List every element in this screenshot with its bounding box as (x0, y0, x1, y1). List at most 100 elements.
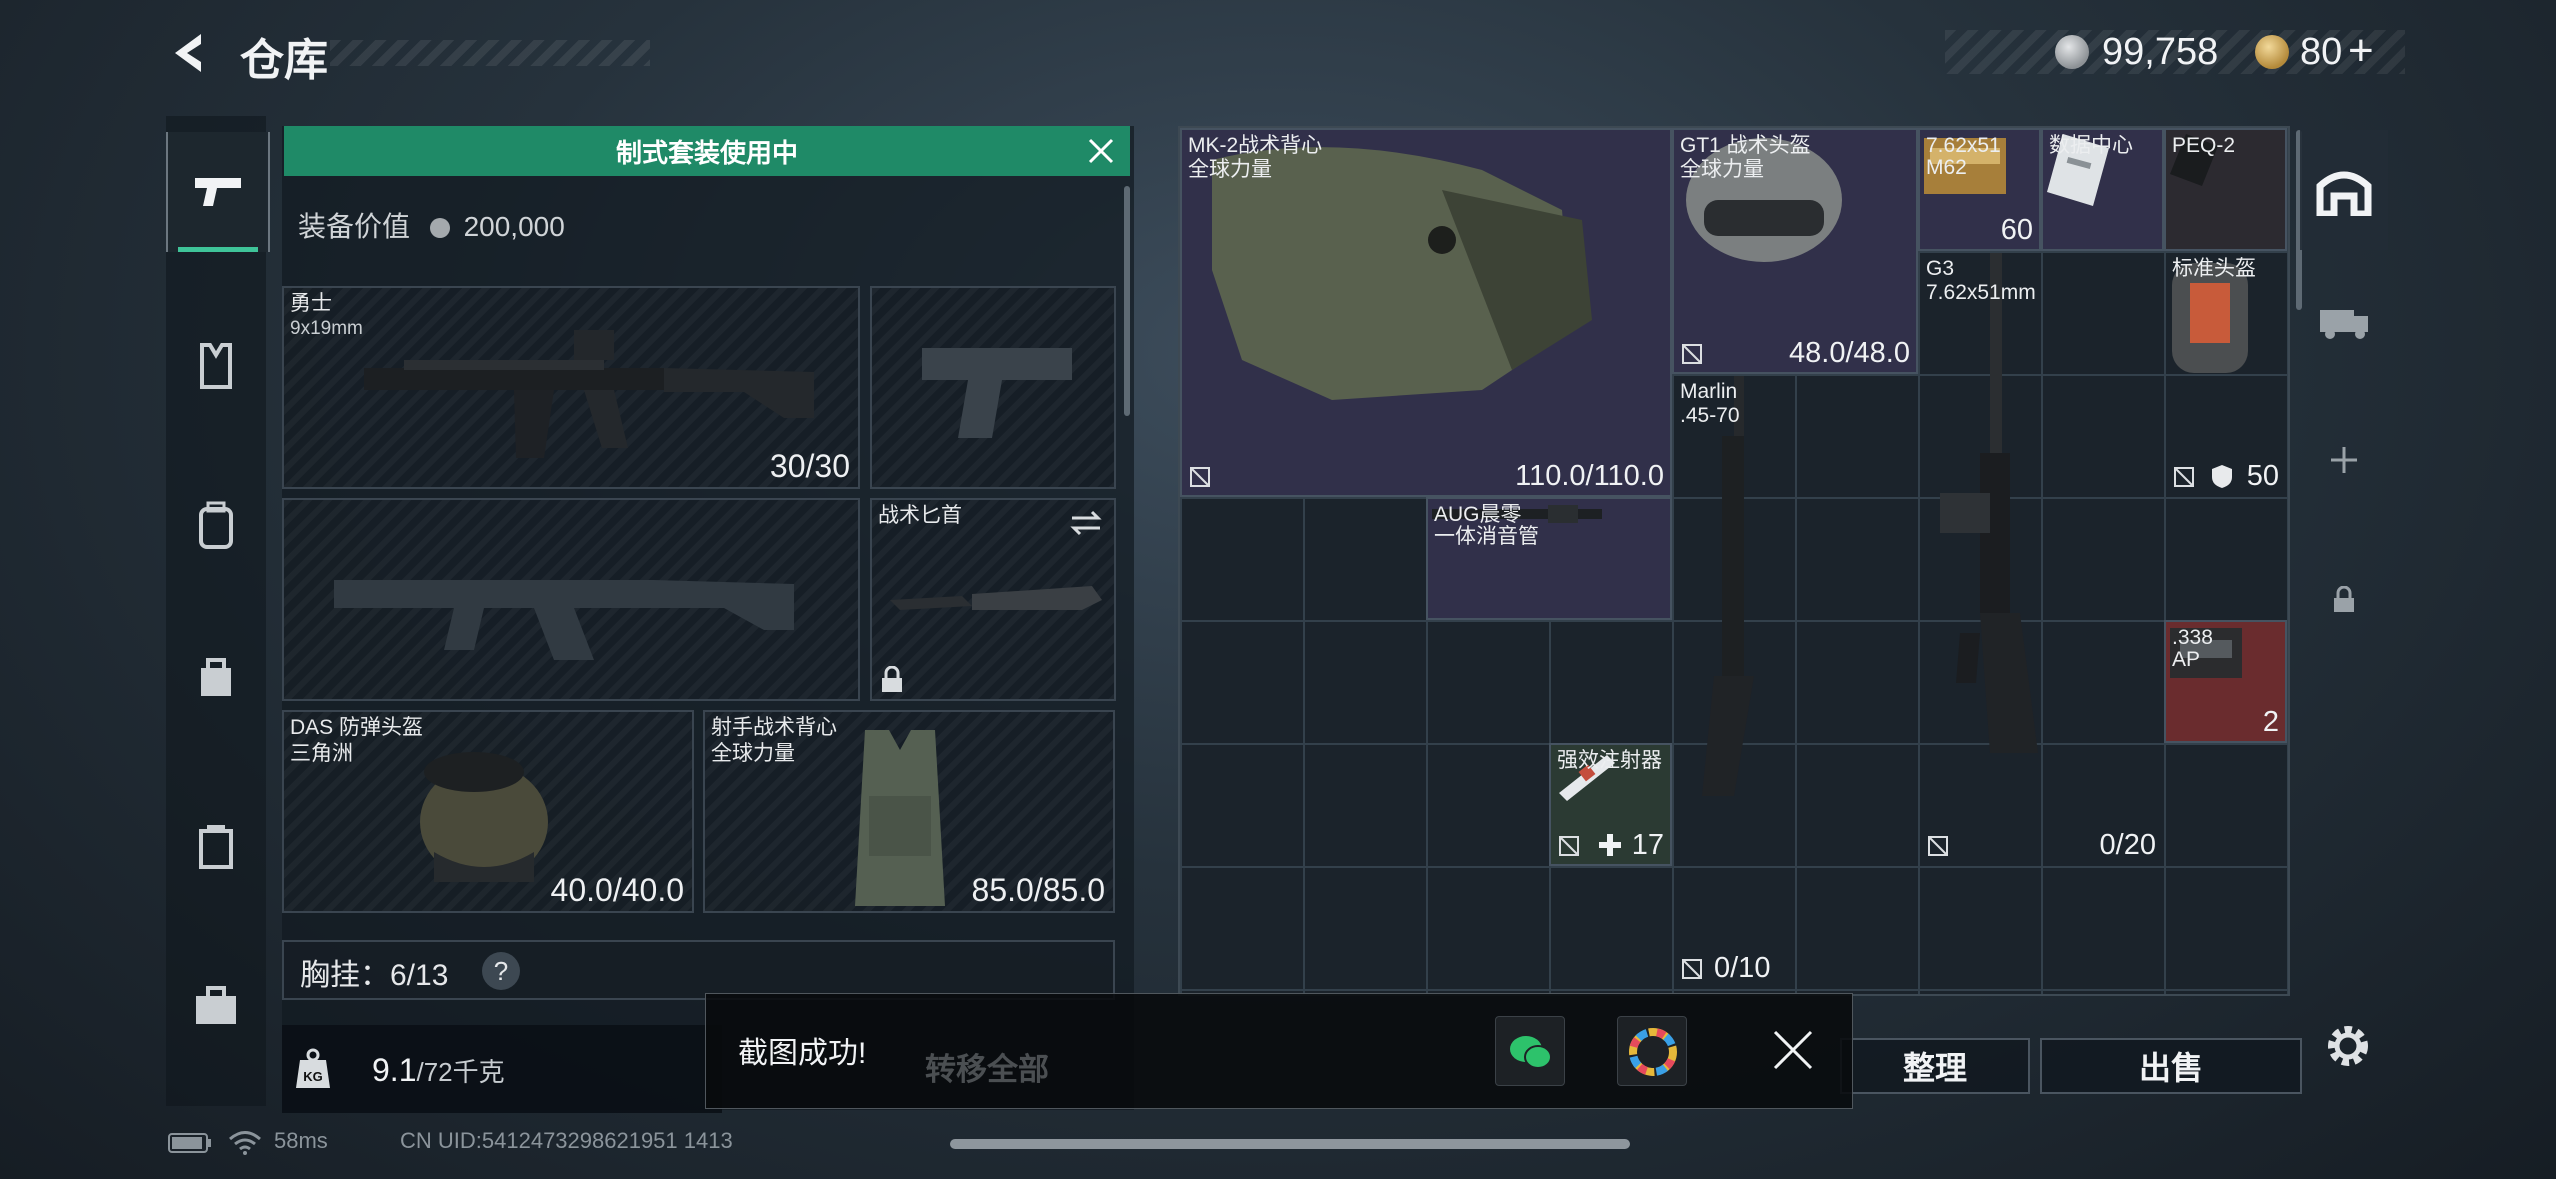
tab-armor[interactable] (166, 306, 266, 426)
plus-icon (2331, 447, 2357, 473)
item-ammo: 0/10 (1714, 952, 1771, 984)
transfer-all-button[interactable]: 转移全部 (925, 1044, 1049, 1089)
vest-slot[interactable]: 射手战术背心 全球力量 85.0/85.0 (703, 710, 1115, 913)
ticket-amount: 80 (2300, 31, 2343, 73)
item-count: 60 (2000, 214, 2033, 246)
pistol-slot-empty[interactable] (870, 286, 1116, 489)
briefcase-icon (196, 986, 236, 1024)
grid-item-ammo-338[interactable]: .338 AP 2 (2164, 620, 2287, 743)
grid-item-mk2-vest[interactable]: MK-2战术背心 全球力量 110.0/110.0 (1180, 128, 1672, 497)
helmet-durability: 40.0/40.0 (550, 872, 684, 908)
wechat-share-button[interactable] (1495, 1016, 1565, 1086)
no-insure-icon (1682, 959, 1702, 979)
battle-rifle-image (1940, 253, 2038, 753)
vest-durability: 85.0/85.0 (971, 872, 1105, 908)
grid-item-g3[interactable]: G3 7.62x51mm 0/20 (1918, 251, 2164, 866)
smg-image (364, 330, 814, 458)
no-insure-icon (1559, 836, 1579, 856)
item-name: AUG晨零 (1434, 503, 1522, 526)
bag-icon (201, 658, 231, 696)
back-arrow-icon[interactable] (165, 28, 215, 78)
truck-icon (2320, 310, 2368, 339)
item-caliber: .45-70 (1680, 404, 1740, 427)
chest-rig-capacity: 胸挂：6/13 (300, 959, 449, 992)
item-name: 数据中心 (2049, 134, 2133, 157)
vest-faction: 全球力量 (711, 742, 795, 765)
tab-weapons[interactable] (166, 132, 270, 252)
close-icon[interactable] (1082, 132, 1120, 170)
grid-item-gt1-helmet[interactable]: GT1 战术头盔 全球力量 48.0/48.0 (1672, 128, 1918, 374)
helmet-slot[interactable]: DAS 防弹头盔 三角洲 40.0/40.0 (282, 710, 694, 913)
helmet-faction: 三角洲 (290, 742, 353, 765)
item-name: 标准头盔 (2172, 257, 2256, 280)
swap-icon[interactable] (1068, 508, 1104, 538)
item-name: 7.62x51 (1926, 134, 2001, 157)
tab-backpack[interactable] (166, 466, 266, 586)
equipment-value-label: 装备价值 (298, 211, 411, 242)
knife-name: 战术匕首 (878, 504, 962, 527)
tab-safe-box[interactable] (166, 786, 266, 906)
secondary-weapon-slot-empty[interactable] (282, 498, 860, 701)
item-name: GT1 战术头盔 (1680, 134, 1811, 157)
grid-item-peq2[interactable]: PEQ-2 (2164, 128, 2287, 251)
item-faction: 全球力量 (1188, 158, 1272, 181)
help-icon[interactable]: ? (482, 952, 520, 990)
item-durability: 110.0/110.0 (1515, 460, 1664, 492)
no-insure-icon (1928, 836, 1948, 856)
coin-amount: 99,758 (2102, 31, 2219, 73)
helmet-name: DAS 防弹头盔 (290, 716, 424, 739)
primary-weapon-slot[interactable]: 勇士 9x19mm 30/30 (282, 286, 860, 489)
item-name: 强效注射器 (1557, 749, 1662, 772)
knife-slot[interactable]: 战术匕首 (870, 498, 1116, 701)
no-insure-icon (1190, 467, 1210, 487)
add-warehouse-button[interactable] (2300, 400, 2388, 520)
add-ticket-button[interactable]: + (2348, 26, 2374, 76)
grid-item-marlin[interactable]: Marlin .45-70 0/10 (1672, 374, 1795, 989)
album-share-button[interactable] (1617, 1016, 1687, 1086)
warehouse-icon (2316, 171, 2372, 216)
tab-main-warehouse[interactable] (2300, 130, 2388, 250)
grid-item-standard-helmet[interactable]: 标准头盔 50 (2164, 251, 2287, 497)
gear-icon[interactable] (2320, 1018, 2376, 1074)
lock-icon (882, 666, 902, 692)
photo-album-icon (1629, 1028, 1677, 1076)
pistol-icon (195, 178, 241, 206)
grid-item-aug-suppressor[interactable]: AUG晨零 一体消音管 (1426, 497, 1672, 620)
weight-kg-icon: KG (296, 1048, 330, 1088)
case-icon (199, 825, 233, 869)
tab-toolbox[interactable] (166, 946, 266, 1066)
sort-button[interactable]: 整理 (1840, 1038, 2030, 1094)
equipment-value-amount: 200,000 (463, 211, 565, 242)
item-caliber: 7.62x51mm (1926, 281, 2036, 304)
home-indicator[interactable] (950, 1139, 1630, 1149)
tab-bag[interactable] (166, 616, 266, 736)
close-icon[interactable] (1765, 1022, 1821, 1078)
svg-text:KG: KG (303, 1069, 323, 1084)
grid-item-data-center[interactable]: 数据中心 (2041, 128, 2164, 251)
rifle-silhouette-icon (334, 580, 794, 660)
knife-image (890, 586, 1102, 610)
tab-expansion[interactable] (2300, 260, 2388, 380)
grid-item-ammo-762[interactable]: 7.62x51 M62 60 (1918, 128, 2041, 251)
item-faction: 全球力量 (1680, 158, 1764, 181)
pistol-silhouette-icon (922, 348, 1072, 438)
item-count: 2 (2262, 706, 2279, 738)
sell-button[interactable]: 出售 (2040, 1038, 2302, 1094)
backpack-icon (199, 501, 233, 549)
item-name: Marlin (1680, 380, 1738, 403)
item-uses: 17 (1631, 829, 1664, 861)
current-weight: 9.1 (372, 1052, 417, 1088)
toast-message: 截图成功! (738, 1037, 867, 1070)
helmet-image (420, 752, 548, 882)
locked-warehouse-slot[interactable] (2300, 540, 2388, 660)
weapon-ammo: 30/30 (769, 448, 850, 484)
item-name: .338 (2172, 626, 2213, 649)
vest-name: 射手战术背心 (711, 716, 837, 739)
vest-icon (200, 343, 232, 389)
scrollbar[interactable] (1124, 186, 1130, 416)
max-weight: /72千克 (416, 1057, 505, 1087)
grid-item-injector[interactable]: 强效注射器 17 (1549, 743, 1672, 866)
armor-shield-icon (2212, 465, 2232, 488)
ticket-icon (2255, 35, 2289, 69)
title-decoration (330, 40, 650, 66)
